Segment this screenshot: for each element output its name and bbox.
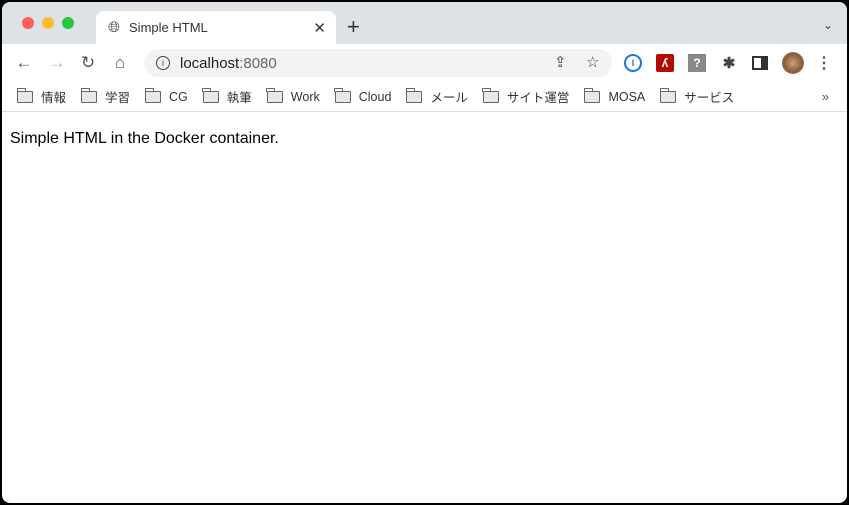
menu-kebab-icon[interactable]: ⋮ <box>815 54 833 72</box>
bookmark-label: 学習 <box>105 91 131 105</box>
minimize-window-button[interactable] <box>42 17 54 29</box>
bookmark-folder[interactable]: Work <box>266 87 320 104</box>
help-extension-icon[interactable]: ? <box>688 54 706 72</box>
profile-avatar[interactable] <box>782 52 804 74</box>
folder-icon <box>266 87 283 103</box>
bookmark-folder[interactable]: MOSA <box>583 87 646 104</box>
bookmark-folder[interactable]: Cloud <box>334 87 392 104</box>
close-tab-icon[interactable]: ✕ <box>313 19 326 37</box>
star-icon[interactable]: ☆ <box>586 53 599 71</box>
page-content: Simple HTML in the Docker container. <box>2 112 847 166</box>
bookmark-label: MOSA <box>608 89 646 104</box>
tab-simple-html[interactable]: 🌐︎ Simple HTML ✕ <box>96 11 336 44</box>
info-icon[interactable]: i <box>156 56 170 70</box>
folder-icon <box>405 87 423 103</box>
folder-icon <box>202 87 219 103</box>
acrobat-extension-icon[interactable]: ʎ <box>656 54 674 72</box>
bookmark-label: Cloud <box>358 89 392 104</box>
bookmark-folder[interactable]: サイト運営 <box>482 87 570 106</box>
bookmark-folder[interactable]: サービス <box>659 87 735 106</box>
bookmarks-bar: 情報 学習 CG 執筆 Work Cloud メール サイト運営 MOSA サービス » <box>2 82 847 112</box>
folder-icon <box>80 87 98 103</box>
bookmark-folder[interactable]: 学習 <box>80 87 131 106</box>
forward-button[interactable]: → <box>47 53 67 73</box>
folder-icon <box>659 87 677 103</box>
tab-search-chevron-icon[interactable]: ⌄ <box>823 18 833 32</box>
globe-icon: 🌐︎ <box>108 19 121 36</box>
password-manager-extension-icon[interactable]: I <box>624 54 642 72</box>
tab-title: Simple HTML <box>129 20 208 35</box>
zoom-window-button[interactable] <box>62 17 74 29</box>
side-panel-icon[interactable] <box>752 56 768 70</box>
url-host: localhost <box>180 54 240 72</box>
bookmark-folder[interactable]: CG <box>144 87 188 104</box>
reload-button[interactable]: ↻ <box>78 53 98 73</box>
bookmark-folder[interactable]: 執筆 <box>202 87 252 106</box>
bookmarks-overflow-button[interactable]: » <box>822 89 829 104</box>
toolbar: ← → ↻ ⌂ i localhost:8080 ⇪ ☆ I ʎ ? ✱ ⋮ <box>2 44 847 82</box>
address-bar[interactable]: i localhost:8080 ⇪ ☆ <box>144 49 612 77</box>
bookmark-label: 情報 <box>41 91 67 105</box>
bookmark-folder[interactable]: 情報 <box>16 87 67 106</box>
url-port: :8080 <box>239 54 277 72</box>
bookmark-label: CG <box>169 89 188 104</box>
back-button[interactable]: ← <box>14 53 34 73</box>
bookmark-label: サイト運営 <box>506 91 570 105</box>
page-text: Simple HTML in the Docker container. <box>10 130 279 147</box>
new-tab-button[interactable]: + <box>347 14 360 40</box>
folder-icon <box>482 87 499 103</box>
bookmark-label: 執筆 <box>226 91 252 105</box>
share-icon[interactable]: ⇪ <box>554 53 567 71</box>
home-button[interactable]: ⌂ <box>110 53 130 73</box>
bookmark-folder[interactable]: メール <box>405 87 468 106</box>
folder-icon <box>583 87 601 103</box>
folder-icon <box>334 87 351 103</box>
browser-window: 🌐︎ Simple HTML ✕ + ⌄ ← → ↻ ⌂ i localhost… <box>2 2 847 503</box>
folder-icon <box>144 87 162 103</box>
tab-strip: 🌐︎ Simple HTML ✕ + ⌄ <box>2 2 847 44</box>
folder-icon <box>16 87 33 103</box>
close-window-button[interactable] <box>22 17 34 29</box>
puzzle-extensions-icon[interactable]: ✱ <box>720 54 738 72</box>
bookmark-label: メール <box>430 91 468 105</box>
bookmark-label: サービス <box>684 91 735 105</box>
bookmark-label: Work <box>290 89 320 104</box>
